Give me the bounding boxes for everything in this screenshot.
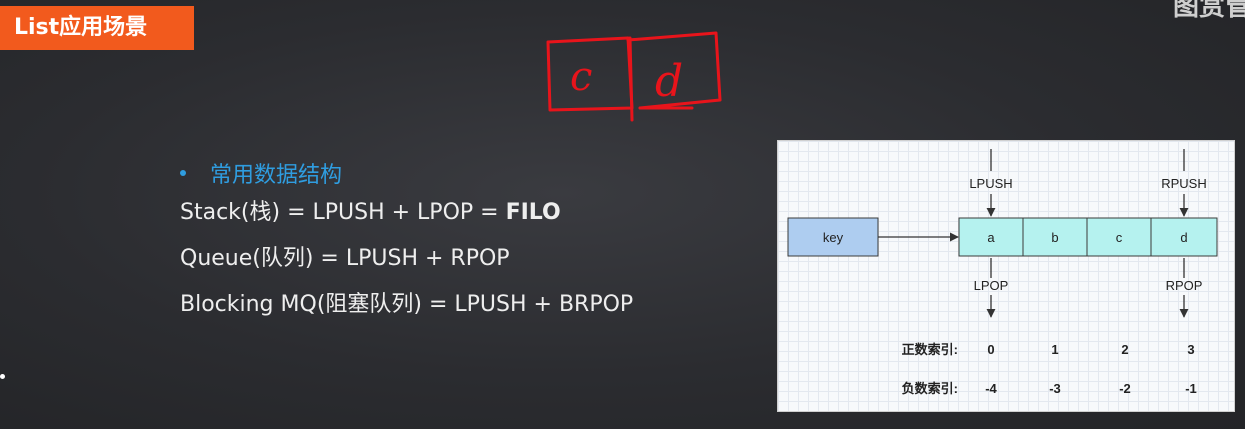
positive-index: 0: [987, 342, 994, 357]
positive-index: 1: [1051, 342, 1058, 357]
content-list: 常用数据结构 Stack(栈) = LPUSH + LPOP = FILO Qu…: [180, 156, 633, 328]
lpop-label: LPOP: [974, 278, 1009, 293]
handwritten-letter-c: c: [570, 54, 592, 100]
cell-label: a: [987, 230, 995, 245]
bullet-icon: [180, 170, 186, 176]
stack-line-text: Stack(栈) = LPUSH + LPOP =: [180, 200, 506, 225]
handwritten-letter-d: d: [655, 56, 683, 107]
positive-index-label: 正数索引:: [902, 342, 958, 357]
stack-line: Stack(栈) = LPUSH + LPOP = FILO: [180, 190, 633, 236]
negative-index: -1: [1185, 381, 1197, 396]
positive-index: 3: [1187, 342, 1194, 357]
cell-label: d: [1180, 230, 1187, 245]
rpop-label: RPOP: [1166, 278, 1203, 293]
section-heading: 常用数据结构: [180, 156, 633, 190]
heading-text: 常用数据结构: [210, 163, 343, 188]
negative-index: -2: [1119, 381, 1131, 396]
rpush-label: RPUSH: [1161, 176, 1207, 191]
blocking-mq-line: Blocking MQ(阻塞队列) = LPUSH + BRPOP: [180, 282, 633, 328]
key-label: key: [823, 230, 844, 245]
lpush-label: LPUSH: [969, 176, 1012, 191]
queue-line-text: Queue(队列) = LPUSH + RPOP: [180, 246, 510, 271]
pointer-dot: [0, 374, 5, 379]
blocking-mq-line-text: Blocking MQ(阻塞队列) = LPUSH + BRPOP: [180, 292, 634, 317]
cell-label: c: [1116, 230, 1123, 245]
page-title: List应用场景: [0, 6, 194, 50]
handwritten-divider: [628, 36, 634, 122]
positive-index: 2: [1121, 342, 1128, 357]
negative-index-label: 负数索引:: [902, 381, 958, 396]
handwritten-annotation: c d: [546, 31, 722, 122]
cell-label: b: [1051, 230, 1058, 245]
stack-line-bold: FILO: [505, 200, 561, 225]
negative-index: -4: [985, 381, 997, 396]
negative-index: -3: [1049, 381, 1061, 396]
queue-line: Queue(队列) = LPUSH + RPOP: [180, 236, 633, 282]
list-diagram: key a b c d LPUSH RPUSH LPOP RPOP 正数索引: …: [777, 140, 1235, 412]
corner-text: 图赏管: [1172, 0, 1245, 22]
